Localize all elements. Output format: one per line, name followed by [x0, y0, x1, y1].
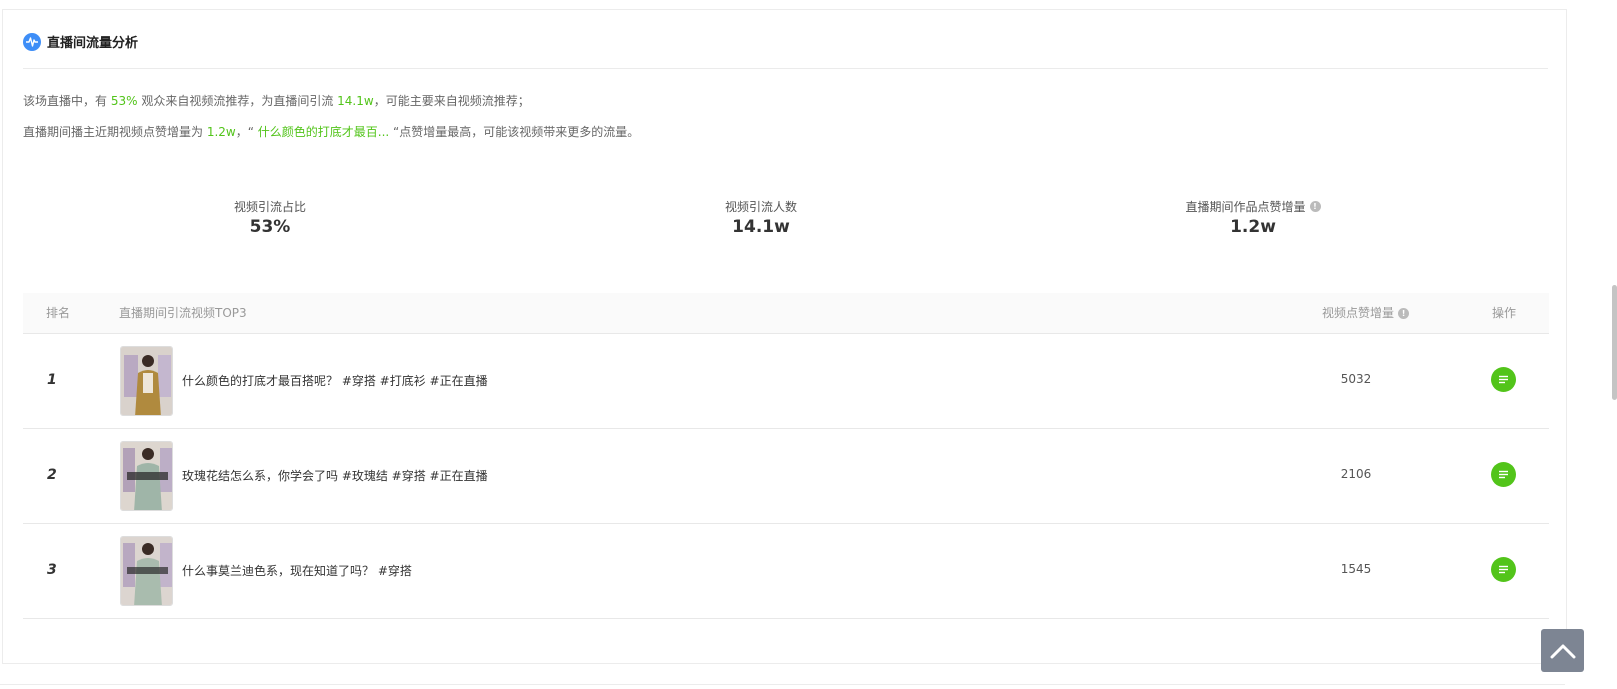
rank-number: 1	[47, 372, 57, 388]
likes-value: 2106	[1340, 467, 1372, 481]
header-divider	[23, 68, 1548, 69]
table-row: 3 什么事莫兰迪色系，现在知道了吗？ #穿搭 1545	[23, 524, 1549, 619]
chevron-up-icon	[1550, 644, 1575, 658]
scrollbar-thumb[interactable]	[1612, 285, 1617, 400]
highlight-count: 14.1w	[337, 94, 374, 108]
back-to-top-button[interactable]	[1541, 629, 1584, 672]
video-thumbnail[interactable]	[120, 346, 173, 416]
table-row: 1 什么颜色的打底才最百搭呢？ #穿搭 #打底衫 #正在直播 5032	[23, 334, 1549, 429]
video-title[interactable]: 什么事莫兰迪色系，现在知道了吗？ #穿搭	[182, 562, 412, 579]
table-header: 排名 直播期间引流视频TOP3 视频点赞增量 ! 操作	[23, 293, 1549, 334]
column-rank: 排名	[46, 306, 71, 320]
detail-button[interactable]	[1491, 367, 1516, 392]
summary-line-1: 该场直播中，有 53% 观众来自视频流推荐，为直播间引流 14.1w，可能主要来…	[23, 94, 530, 108]
likes-value: 1545	[1340, 562, 1372, 576]
section-title: 直播间流量分析	[47, 36, 139, 51]
detail-button[interactable]	[1491, 557, 1516, 582]
likes-value: 5032	[1340, 372, 1372, 386]
waveform-icon	[23, 32, 41, 51]
section-header: 直播间流量分析	[23, 32, 138, 51]
list-detail-icon	[1499, 375, 1508, 384]
highlight-percent: 53%	[110, 94, 138, 108]
detail-button[interactable]	[1491, 462, 1516, 487]
column-op: 操作	[1492, 306, 1517, 320]
next-card-edge	[0, 684, 1565, 685]
video-title[interactable]: 玫瑰花结怎么系，你学会了吗 #玫瑰结 #穿搭 #正在直播	[182, 467, 488, 484]
rank-number: 3	[47, 562, 57, 578]
highlight-likes: 1.2w	[206, 125, 236, 139]
summary-line-2: 直播期间播主近期视频点赞增量为 1.2w，“ 什么颜色的打底才最百... “点赞…	[23, 125, 640, 139]
stat-video-traffic-users: 视频引流人数 14.1w	[724, 200, 797, 237]
stat-video-traffic-ratio: 视频引流占比 53%	[233, 200, 306, 237]
highlight-video-link[interactable]: 什么颜色的打底才最百...	[258, 125, 389, 139]
traffic-analysis-card: 直播间流量分析 该场直播中，有 53% 观众来自视频流推荐，为直播间引流 14.…	[2, 9, 1567, 664]
list-detail-icon	[1499, 470, 1508, 479]
column-likes: 视频点赞增量 !	[1322, 293, 1410, 334]
video-thumbnail[interactable]	[120, 536, 173, 606]
info-icon[interactable]: !	[1309, 201, 1321, 212]
list-detail-icon	[1499, 565, 1508, 574]
rank-number: 2	[47, 467, 57, 483]
top-videos-table: 排名 直播期间引流视频TOP3 视频点赞增量 ! 操作 1 什么颜色的打底才最百…	[23, 293, 1549, 619]
video-thumbnail[interactable]	[120, 441, 173, 511]
table-row: 2 玫瑰花结怎么系，你学会了吗 #玫瑰结 #穿搭 #正在直播 2106	[23, 429, 1549, 524]
info-icon[interactable]: !	[1398, 308, 1410, 319]
column-video: 直播期间引流视频TOP3	[119, 306, 247, 320]
video-title[interactable]: 什么颜色的打底才最百搭呢？ #穿搭 #打底衫 #正在直播	[182, 372, 488, 389]
stat-likes-increase: 直播期间作品点赞增量 ! 1.2w	[1103, 196, 1403, 237]
